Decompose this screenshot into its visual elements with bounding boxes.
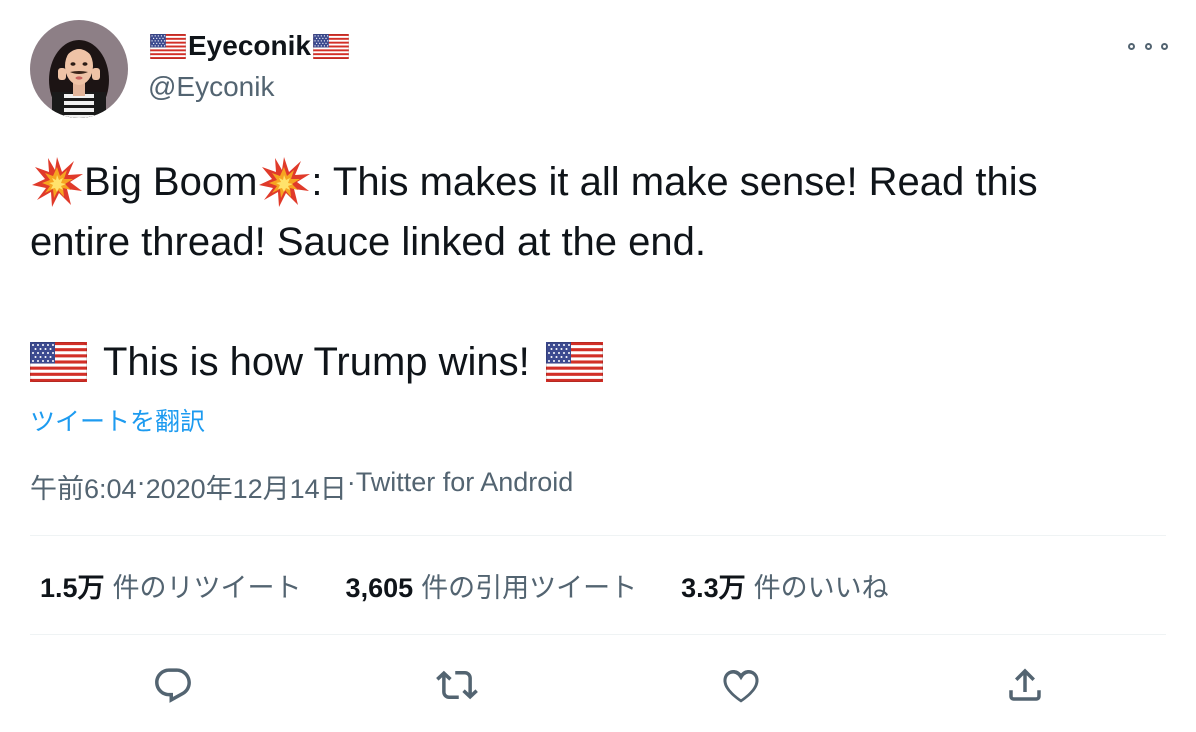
tweet-line: Big Boom : This makes it all make sense!… [30, 152, 1170, 212]
display-name[interactable]: Eyeconik [188, 30, 311, 62]
avatar[interactable] [30, 20, 128, 118]
collision-emoji-icon [257, 155, 311, 209]
translate-tweet-link[interactable]: ツイートを翻訳 [30, 402, 205, 438]
user-handle[interactable]: @Eyconik [148, 71, 274, 103]
retweets-stat[interactable]: 1.5万 件のリツイート [40, 566, 302, 605]
tweet-text-part: Big Boom [84, 160, 258, 204]
retweets-label: 件のリツイート [112, 573, 302, 603]
us-flag-icon [150, 34, 186, 59]
heart-icon [723, 669, 759, 703]
retweets-count: 1.5万 [40, 573, 105, 603]
dot [1144, 42, 1152, 50]
us-flag-icon [546, 342, 603, 382]
us-flag-icon [313, 34, 349, 59]
tweet-time[interactable]: 午前6:04 [30, 467, 137, 506]
divider [30, 535, 1166, 536]
tweet-source[interactable]: Twitter for Android [356, 467, 574, 506]
more-dots-icon[interactable] [1128, 36, 1168, 56]
quotes-stat[interactable]: 3,605 件の引用ツイート [346, 566, 638, 605]
likes-stat[interactable]: 3.3万 件のいいね [681, 566, 889, 605]
retweet-icon [436, 670, 478, 700]
likes-label: 件のいいね [753, 573, 889, 603]
meta-separator: · [346, 467, 356, 497]
collision-emoji-icon [30, 155, 84, 209]
like-button[interactable] [720, 664, 762, 706]
dot [1161, 42, 1168, 50]
divider [30, 634, 1166, 635]
share-icon [1009, 668, 1041, 701]
tweet-line: entire thread! Sauce linked at the end. [30, 212, 1170, 272]
share-button[interactable] [1004, 664, 1046, 706]
avatar-image [30, 20, 128, 118]
likes-count: 3.3万 [681, 573, 746, 603]
tweet-date[interactable]: 2020年12月14日 [146, 467, 347, 506]
meta-separator: · [136, 467, 146, 497]
tweet-text-part: entire thread! Sauce linked at the end. [30, 220, 707, 264]
tweet-line: This is how Trump wins! [30, 332, 1170, 392]
tweet-meta: 午前6:04 · 2020年12月14日 · Twitter for Andro… [30, 467, 573, 506]
us-flag-icon [30, 342, 87, 382]
tweet-text: Big Boom : This makes it all make sense!… [30, 152, 1170, 392]
display-name-row[interactable]: Eyeconik [148, 28, 351, 64]
tweet-text-part: : This makes it all make sense! Read thi… [311, 160, 1038, 204]
reply-icon [155, 668, 191, 703]
quotes-label: 件の引用ツイート [421, 573, 638, 603]
quotes-count: 3,605 [345, 573, 414, 603]
reply-button[interactable] [152, 664, 194, 706]
engagement-stats: 1.5万 件のリツイート 3,605 件の引用ツイート 3.3万 件のいいね [40, 566, 933, 605]
tweet-text-part: This is how Trump wins! [103, 340, 530, 384]
dot [1128, 42, 1135, 50]
retweet-button[interactable] [436, 664, 478, 706]
tweet-card: Eyeconik @Eyconik Big Boom : This makes … [0, 0, 1196, 732]
